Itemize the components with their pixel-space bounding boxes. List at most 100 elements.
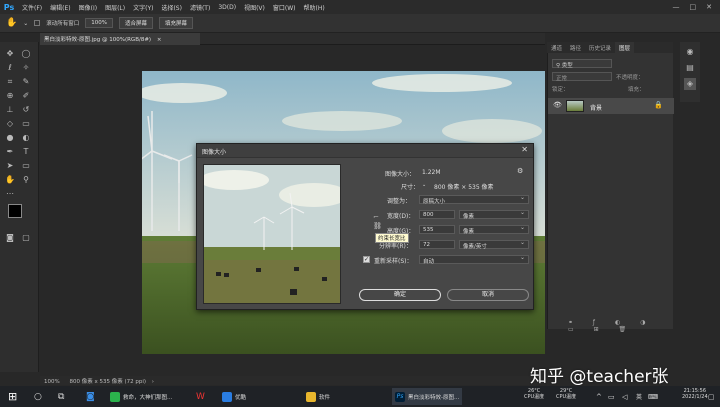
maximize-button[interactable]: □ bbox=[690, 3, 697, 11]
brush-tool-icon[interactable]: ✐ bbox=[20, 90, 32, 102]
document-tab[interactable]: 黑白淡彩特效-原图.jpg @ 100%(RGB/8#) × bbox=[40, 33, 200, 45]
menu-filter[interactable]: 滤镜(T) bbox=[186, 3, 214, 12]
windows-start-icon[interactable]: ⊞ bbox=[8, 388, 17, 405]
healing-brush-icon[interactable]: ⊕ bbox=[4, 90, 16, 102]
eyedropper-icon[interactable]: ✎ bbox=[20, 76, 32, 88]
clone-stamp-icon[interactable]: ⊥ bbox=[4, 104, 16, 116]
scroll-all-checkbox[interactable] bbox=[34, 20, 41, 26]
menu-edit[interactable]: 编辑(E) bbox=[46, 3, 74, 12]
magic-wand-icon[interactable]: ✧ bbox=[20, 62, 32, 74]
history-brush-icon[interactable]: ↺ bbox=[20, 104, 32, 116]
dimensions-dropdown-icon[interactable]: ⌄ bbox=[422, 182, 426, 188]
width-value: 800 bbox=[423, 212, 434, 218]
menu-window[interactable]: 窗口(W) bbox=[269, 3, 300, 12]
path-select-icon[interactable]: ➤ bbox=[4, 160, 16, 172]
hand-tool-icon[interactable]: ✋ bbox=[4, 174, 16, 186]
resample-select[interactable]: 自动 bbox=[419, 254, 529, 265]
screen-mode-icon[interactable]: ▢ bbox=[20, 232, 32, 244]
image-preview[interactable] bbox=[203, 164, 341, 304]
height-input[interactable]: 535 bbox=[419, 225, 455, 234]
tray-chevron-icon[interactable]: ^ bbox=[596, 388, 602, 405]
menu-type[interactable]: 文字(Y) bbox=[129, 3, 157, 12]
menu-help[interactable]: 帮助(H) bbox=[300, 3, 329, 12]
taskbar-item-photoshop[interactable]: Ps 黑白淡彩特效-原图... bbox=[392, 388, 463, 405]
layer-actions-bar[interactable]: ⚭ ƒ ◐ ◑ ▭ ⊞ 🗑 bbox=[568, 319, 673, 333]
taskbar-item-chat[interactable]: 救命，大神们那图… bbox=[110, 388, 173, 405]
resample-checkbox[interactable]: ✓ bbox=[363, 256, 370, 263]
more-tools-icon[interactable]: ⋯ bbox=[4, 188, 16, 200]
minimize-button[interactable]: — bbox=[673, 3, 680, 11]
menu-select[interactable]: 选择(S) bbox=[157, 3, 186, 12]
menu-image[interactable]: 图像(I) bbox=[75, 3, 101, 12]
image-size-dialog: 图像大小 ✕ 图像大小： 1.22M ⚙ 尺寸： ⌄ 800 像素 × 535 … bbox=[196, 143, 534, 310]
fill-label: 填充： bbox=[628, 87, 645, 93]
tab-layers[interactable]: 图层 bbox=[615, 42, 635, 53]
zoom-tool-icon[interactable]: ⚲ bbox=[20, 174, 32, 186]
layer-filter-label: 类型 bbox=[561, 63, 573, 69]
gpu-temp-label: CPU温度 bbox=[524, 394, 545, 400]
type-tool-icon[interactable]: T bbox=[20, 146, 32, 158]
link-bracket-icon[interactable]: ⌐ bbox=[373, 213, 379, 221]
opacity-label: 不透明度： bbox=[616, 75, 644, 81]
volume-icon[interactable]: ◁ bbox=[622, 388, 627, 405]
status-arrow-icon[interactable]: › bbox=[152, 379, 154, 385]
blend-mode-select[interactable]: 正常 bbox=[552, 72, 612, 82]
width-unit-select[interactable]: 像素 bbox=[459, 209, 529, 220]
eraser-tool-icon[interactable]: ◇ bbox=[4, 118, 16, 130]
browser-icon[interactable]: ◙ bbox=[86, 388, 95, 405]
taskbar-item-software[interactable]: 软件 bbox=[306, 388, 330, 405]
network-icon[interactable]: ▭ bbox=[608, 388, 615, 405]
fit-to-value: 原稿大小 bbox=[423, 199, 446, 205]
menu-file[interactable]: 文件(F) bbox=[18, 3, 46, 12]
photoshop-logo[interactable]: Ps bbox=[0, 0, 18, 14]
height-unit-select[interactable]: 像素 bbox=[459, 224, 529, 235]
hand-tool-icon[interactable]: ✋ bbox=[6, 18, 17, 28]
notification-icon[interactable]: ▢ bbox=[708, 388, 715, 405]
width-input[interactable]: 800 bbox=[419, 210, 455, 219]
close-tab-icon[interactable]: × bbox=[157, 37, 162, 43]
crop-tool-icon[interactable]: ⌗ bbox=[4, 76, 16, 88]
shape-tool-icon[interactable]: ▭ bbox=[20, 160, 32, 172]
input-method-icon[interactable]: ⌨ bbox=[648, 388, 658, 405]
resolution-input[interactable]: 72 bbox=[419, 240, 455, 249]
close-icon[interactable]: ✕ bbox=[521, 145, 528, 154]
resolution-unit-select[interactable]: 像素/英寸 bbox=[459, 239, 529, 250]
gradient-tool-icon[interactable]: ▭ bbox=[20, 118, 32, 130]
fit-screen-button[interactable]: 适合屏幕 bbox=[119, 17, 154, 29]
tab-history[interactable]: 历史记录 bbox=[585, 42, 615, 53]
taskbar-item-youku[interactable]: 优酷 bbox=[222, 388, 246, 405]
tab-channels[interactable]: 通道 bbox=[547, 42, 566, 53]
ok-button[interactable]: 确定 bbox=[359, 289, 441, 301]
layer-row[interactable]: 👁 背景 🔒 bbox=[548, 98, 674, 114]
tab-paths[interactable]: 路径 bbox=[566, 42, 585, 53]
search-icon[interactable]: ○ bbox=[34, 388, 42, 405]
properties-panel-icon[interactable]: ▤ bbox=[684, 62, 696, 74]
layer-filter-select[interactable]: ⚲ 类型 bbox=[552, 59, 612, 69]
fill-screen-button[interactable]: 填充屏幕 bbox=[159, 17, 194, 29]
marquee-tool-icon[interactable]: ◯ bbox=[20, 48, 32, 60]
constrain-proportions-icon[interactable]: ⛓ bbox=[373, 222, 382, 230]
dodge-tool-icon[interactable]: ◐ bbox=[20, 132, 32, 144]
layers-panel-icon[interactable]: ◈ bbox=[684, 78, 696, 90]
task-view-icon[interactable]: ⧉ bbox=[58, 388, 64, 405]
fit-to-select[interactable]: 原稿大小 bbox=[419, 194, 529, 205]
color-panel-icon[interactable]: ◉ bbox=[684, 46, 696, 58]
lasso-tool-icon[interactable]: ℓ bbox=[4, 62, 16, 74]
cancel-button[interactable]: 取消 bbox=[447, 289, 529, 301]
chevron-down-icon[interactable]: ⌄ bbox=[23, 20, 28, 27]
move-tool-icon[interactable]: ✥ bbox=[4, 48, 16, 60]
zoom-field[interactable]: 100% bbox=[85, 18, 113, 28]
menu-layer[interactable]: 图层(L) bbox=[101, 3, 129, 12]
menu-view[interactable]: 视图(V) bbox=[240, 3, 269, 12]
pen-tool-icon[interactable]: ✒ bbox=[4, 146, 16, 158]
wps-icon[interactable]: W bbox=[196, 388, 205, 405]
menu-3d[interactable]: 3D(D) bbox=[214, 4, 240, 11]
foreground-color-swatch[interactable] bbox=[8, 204, 22, 218]
quick-mask-icon[interactable]: ◙ bbox=[4, 232, 16, 244]
blur-tool-icon[interactable]: ● bbox=[4, 132, 16, 144]
close-window-button[interactable]: ✕ bbox=[706, 3, 712, 11]
ime-indicator[interactable]: 英 bbox=[636, 388, 642, 405]
gear-icon[interactable]: ⚙ bbox=[517, 167, 523, 175]
clock[interactable]: 21:15:56 2022/1/24 bbox=[682, 388, 708, 405]
eye-icon[interactable]: 👁 bbox=[553, 101, 562, 109]
